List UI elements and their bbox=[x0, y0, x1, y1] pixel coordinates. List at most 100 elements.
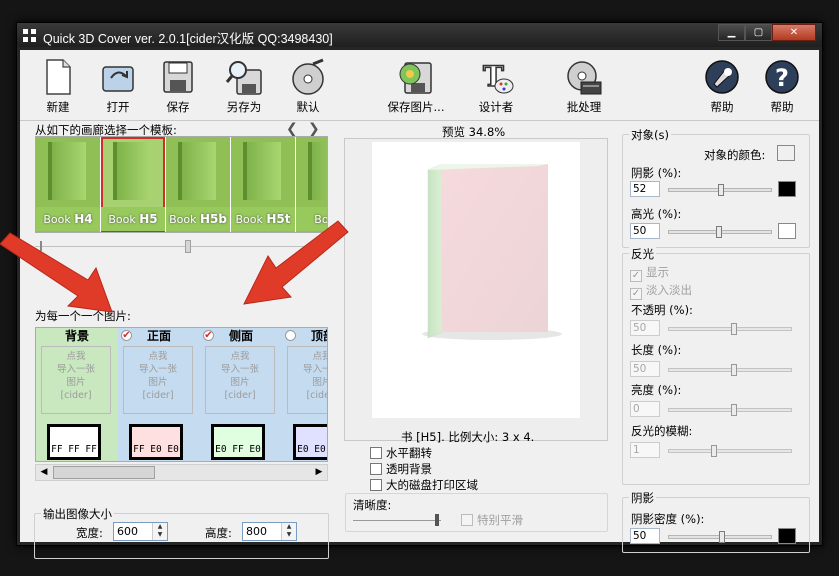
template-tile[interactable]: Book H5t bbox=[231, 137, 295, 232]
template-tile[interactable]: Book bbox=[296, 137, 327, 232]
import-hint: 导入一张 bbox=[220, 364, 259, 375]
default-button[interactable]: 默认 bbox=[278, 56, 338, 116]
highlight-slider-thumb[interactable] bbox=[716, 226, 722, 238]
show-reflection-checkbox[interactable]: ✓ 显示 bbox=[630, 264, 669, 282]
opacity-value-field[interactable]: 50 bbox=[630, 320, 660, 336]
flip-box[interactable] bbox=[370, 447, 382, 459]
transparent-box[interactable] bbox=[370, 463, 382, 475]
width-spinner[interactable]: 600 ▲ ▼ bbox=[113, 522, 168, 541]
fade-checkbox[interactable]: ✓ 淡入淡出 bbox=[630, 282, 692, 300]
gallery-next-icon[interactable]: ❯ bbox=[308, 121, 320, 137]
default-label: 默认 bbox=[296, 100, 320, 114]
height-spin-buttons[interactable]: ▲ ▼ bbox=[281, 523, 296, 540]
slot-header[interactable]: ✔ 正面 bbox=[118, 328, 200, 344]
shadow-density-slider[interactable] bbox=[668, 531, 772, 543]
length-value-field[interactable]: 50 bbox=[630, 361, 660, 377]
slots-scroll-thumb[interactable] bbox=[53, 466, 155, 479]
flip-checkbox[interactable]: 水平翻转 bbox=[370, 445, 432, 461]
save-as-button[interactable]: 另存为 bbox=[214, 56, 274, 116]
show-reflection-box[interactable]: ✓ bbox=[630, 270, 642, 282]
object-group-title: 对象(s) bbox=[629, 127, 671, 143]
open-button[interactable]: 打开 bbox=[88, 56, 148, 116]
import-image-area[interactable]: 点我导入一张图片 [cider] bbox=[123, 346, 193, 414]
save-image-button[interactable]: 保存图片... bbox=[376, 56, 456, 116]
transparent-checkbox[interactable]: 透明背景 bbox=[370, 461, 432, 477]
import-hint: 导入一张 bbox=[138, 364, 177, 375]
object-color-swatch[interactable] bbox=[777, 145, 795, 161]
radio-icon[interactable] bbox=[285, 330, 296, 341]
minimize-button[interactable]: ▁ bbox=[718, 24, 745, 41]
designer-button[interactable]: T 设计者 bbox=[466, 56, 526, 116]
shadow-slider-thumb[interactable] bbox=[718, 184, 724, 196]
highlight-value-field[interactable]: 50 bbox=[630, 223, 660, 239]
brightness-value-field[interactable]: 0 bbox=[630, 401, 660, 417]
slot-header[interactable]: 顶部 bbox=[282, 328, 327, 344]
close-button[interactable]: ✕ bbox=[772, 24, 816, 41]
scroll-left-arrow-icon[interactable]: ◀ bbox=[36, 465, 52, 480]
template-tile[interactable]: Book H4 bbox=[36, 137, 100, 232]
slot-header[interactable]: 背景 bbox=[36, 328, 118, 344]
import-hint: 点我 bbox=[148, 351, 168, 362]
blur-value-field[interactable]: 1 bbox=[630, 442, 660, 458]
large-print-checkbox[interactable]: 大的磁盘打印区域 bbox=[370, 477, 478, 493]
save-button[interactable]: 保存 bbox=[148, 56, 208, 116]
height-spinner[interactable]: 800 ▲ ▼ bbox=[242, 522, 297, 541]
gallery-scroll-thumb[interactable] bbox=[185, 240, 191, 253]
slot-color-label: E0 E0 FF bbox=[297, 444, 327, 455]
special-smooth-box[interactable] bbox=[461, 514, 473, 526]
gallery-scrollbar[interactable] bbox=[35, 240, 328, 253]
opacity-slider[interactable] bbox=[668, 323, 792, 335]
fade-box[interactable]: ✓ bbox=[630, 288, 642, 300]
clarity-slider[interactable] bbox=[353, 514, 441, 526]
import-image-area[interactable]: 点我导入一张图片 [cider] bbox=[205, 346, 275, 414]
shadow-slider[interactable] bbox=[668, 184, 772, 196]
length-slider[interactable] bbox=[668, 364, 792, 376]
blur-slider[interactable] bbox=[668, 445, 792, 457]
slot-header[interactable]: ✔ 侧面 bbox=[200, 328, 282, 344]
clarity-slider-thumb[interactable] bbox=[435, 514, 439, 526]
help-question-button[interactable]: ? 帮助 bbox=[752, 56, 812, 116]
scroll-right-arrow-icon[interactable]: ▶ bbox=[311, 465, 327, 480]
slot-color-swatch[interactable]: E0 FF E0 bbox=[211, 424, 265, 460]
gallery-prev-icon[interactable]: ❮ bbox=[286, 121, 298, 137]
spin-down-icon[interactable]: ▼ bbox=[153, 531, 167, 539]
length-slider-thumb[interactable] bbox=[731, 364, 737, 376]
flashlight-icon bbox=[703, 58, 741, 96]
slot-color-swatch[interactable]: FF FF FF bbox=[47, 424, 101, 460]
width-spin-buttons[interactable]: ▲ ▼ bbox=[152, 523, 167, 540]
template-tile[interactable]: Book H5b bbox=[166, 137, 230, 232]
checked-icon[interactable]: ✔ bbox=[121, 330, 132, 341]
slot-color-swatch[interactable]: FF E0 E0 bbox=[129, 424, 183, 460]
shadow-density-thumb[interactable] bbox=[719, 531, 725, 543]
spin-up-icon[interactable]: ▲ bbox=[282, 523, 296, 531]
opacity-slider-thumb[interactable] bbox=[731, 323, 737, 335]
highlight-color-swatch[interactable] bbox=[778, 223, 796, 239]
slot-color-swatch[interactable]: E0 E0 FF bbox=[293, 424, 327, 460]
brightness-slider-thumb[interactable] bbox=[731, 404, 737, 416]
import-image-area[interactable]: 点我导入一张图片 [cider] bbox=[41, 346, 111, 414]
shadow-value-field[interactable]: 52 bbox=[630, 181, 660, 197]
blur-slider-thumb[interactable] bbox=[711, 445, 717, 457]
spin-down-icon[interactable]: ▼ bbox=[282, 531, 296, 539]
import-image-area[interactable]: 点我导入一张图片 [cider] bbox=[287, 346, 327, 414]
shadow-density-color-swatch[interactable] bbox=[778, 528, 796, 544]
new-button[interactable]: 新建 bbox=[28, 56, 88, 116]
batch-button[interactable]: 批处理 bbox=[554, 56, 614, 116]
large-print-box[interactable] bbox=[370, 479, 382, 491]
spin-up-icon[interactable]: ▲ bbox=[153, 523, 167, 531]
shadow-color-swatch[interactable] bbox=[778, 181, 796, 197]
shadow-density-field[interactable]: 50 bbox=[630, 528, 660, 544]
highlight-slider[interactable] bbox=[668, 226, 772, 238]
template-tile[interactable]: Book H5 bbox=[101, 137, 165, 232]
help-flashlight-button[interactable]: 帮助 bbox=[692, 56, 752, 116]
brightness-slider[interactable] bbox=[668, 404, 792, 416]
slot-color-label: FF FF FF bbox=[51, 444, 97, 455]
special-smooth-checkbox[interactable]: 特别平滑 bbox=[461, 512, 523, 528]
import-hint: [cider] bbox=[224, 390, 256, 401]
app-window: Quick 3D Cover ver. 2.0.1[cider汉化版 QQ:34… bbox=[16, 22, 823, 559]
slots-scrollbar[interactable]: ◀ ▶ bbox=[35, 464, 328, 481]
title-bar[interactable]: Quick 3D Cover ver. 2.0.1[cider汉化版 QQ:34… bbox=[17, 23, 822, 47]
maximize-button[interactable]: ▢ bbox=[745, 24, 772, 41]
checked-icon[interactable]: ✔ bbox=[203, 330, 214, 341]
flip-label: 水平翻转 bbox=[386, 446, 432, 460]
